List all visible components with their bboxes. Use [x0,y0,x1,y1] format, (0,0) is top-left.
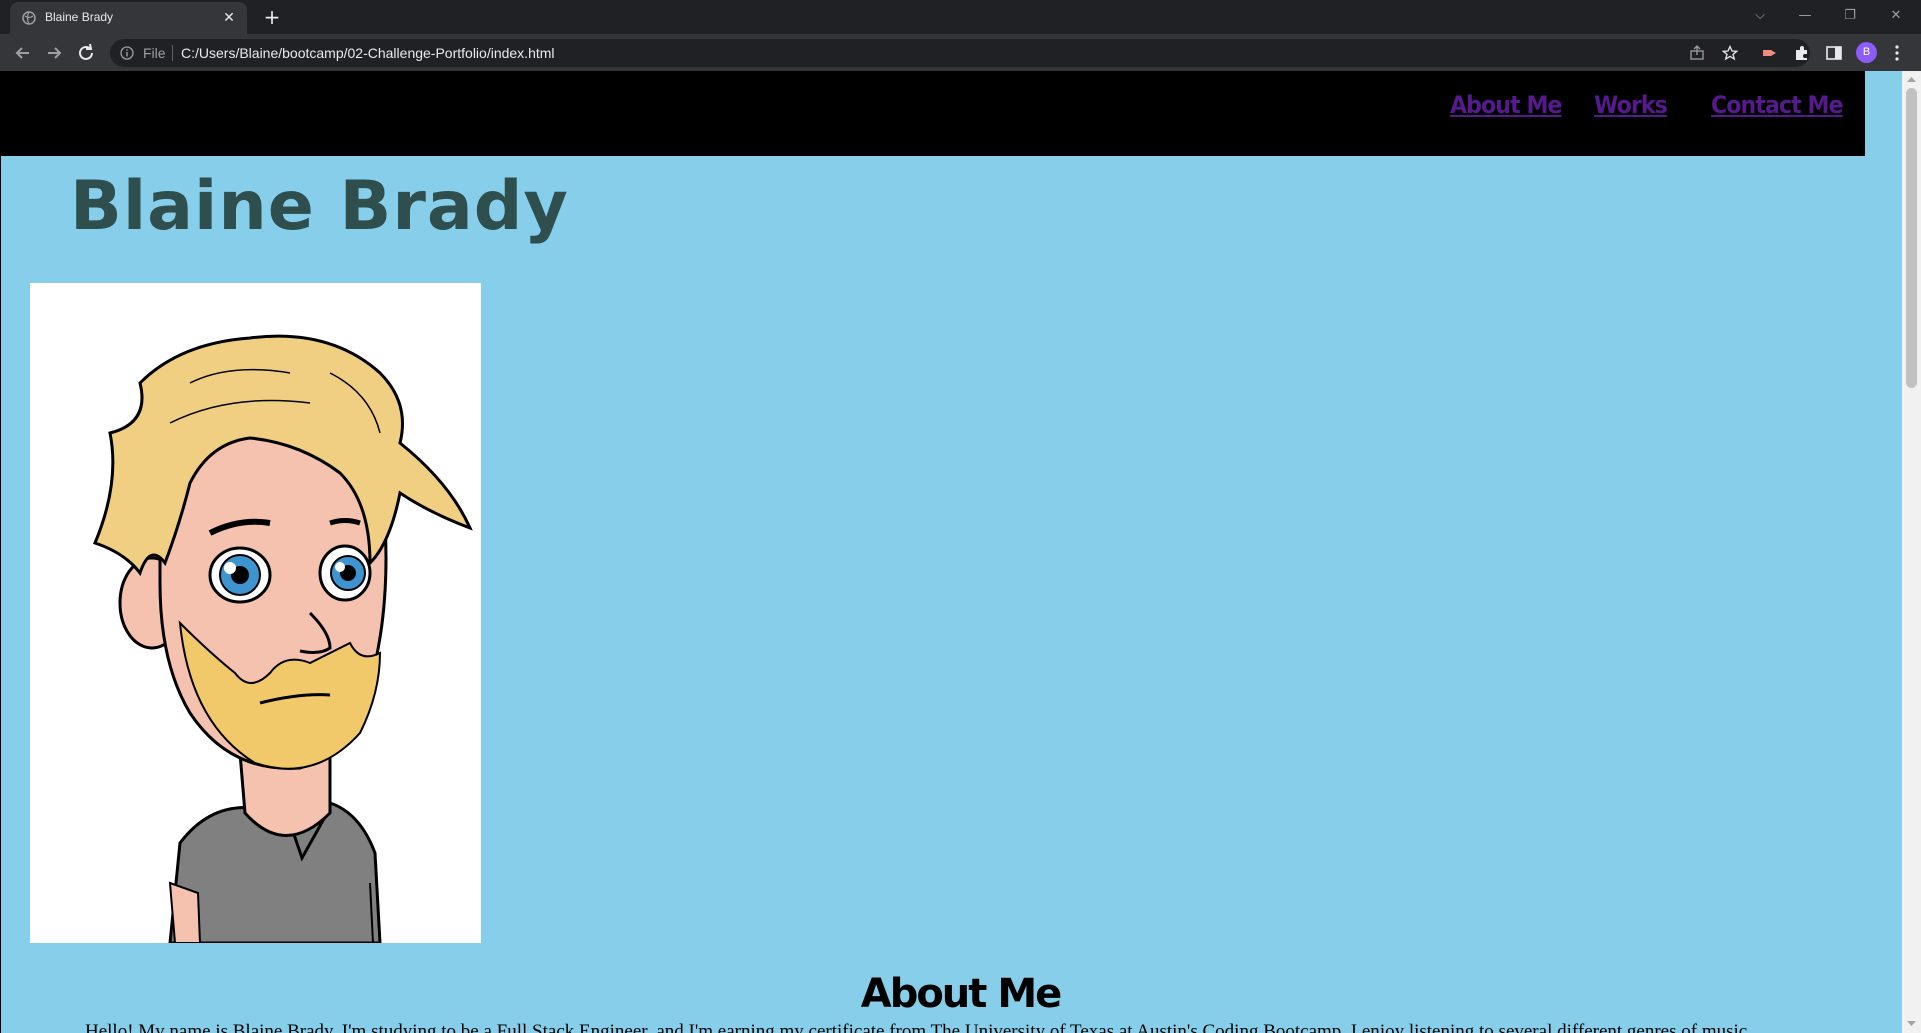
tab-search-icon[interactable]: ⌵ [1750,6,1770,26]
site-title: Blaine Brady [70,167,569,246]
profile-portrait-image [30,283,481,945]
more-menu-icon[interactable] [1893,44,1901,62]
profile-avatar[interactable]: B [1856,42,1877,63]
page-scrollbar[interactable] [1902,71,1921,1033]
bookmark-star-icon[interactable] [1722,45,1738,61]
extension-icon[interactable] [1761,44,1779,62]
forward-arrow-icon[interactable] [43,42,65,64]
restore-icon[interactable]: ❐ [1840,6,1860,26]
page-left-border [0,71,1,1033]
about-me-heading: About Me [860,971,1063,1017]
cartoon-portrait-illustration [92,334,473,945]
close-window-icon[interactable]: ✕ [1886,6,1906,26]
side-panel-icon[interactable] [1825,44,1843,62]
browser-toolbar: File C:/Users/Blaine/bootcamp/02-Challen… [0,34,1921,71]
scroll-up-arrow-icon[interactable] [1907,75,1916,84]
scroll-down-arrow-icon[interactable] [1907,1019,1916,1028]
page-viewport: About Me Works Contact Me Blaine Brady A… [0,71,1921,1033]
url-text[interactable]: C:/Users/Blaine/bootcamp/02-Challenge-Po… [181,45,555,61]
info-icon[interactable] [120,46,134,60]
share-icon[interactable] [1689,45,1705,61]
browser-tab-strip: Blaine Brady ✕ + ⌵ — ❐ ✕ [0,0,1921,34]
file-scheme-label: File [143,45,166,61]
browser-tab[interactable]: Blaine Brady ✕ [10,2,247,34]
back-arrow-icon[interactable] [12,42,34,64]
reload-icon[interactable] [75,42,97,64]
nav-contact-me-link[interactable]: Contact Me [1711,91,1844,119]
close-tab-icon[interactable]: ✕ [221,10,237,26]
tab-title: Blaine Brady [45,10,114,24]
puzzle-extensions-icon[interactable] [1793,44,1811,62]
address-bar[interactable]: File C:/Users/Blaine/bootcamp/02-Challen… [110,39,1810,67]
site-header: About Me Works Contact Me [0,71,1865,156]
minimize-icon[interactable]: — [1795,6,1815,26]
scrollbar-thumb[interactable] [1906,88,1917,388]
about-me-paragraph: Hello! My name is Blaine Brady. I'm stud… [85,1021,1748,1033]
omnibox-divider [172,45,173,61]
new-tab-button[interactable]: + [262,7,282,27]
nav-works-link[interactable]: Works [1594,91,1668,119]
nav-about-me-link[interactable]: About Me [1450,91,1563,119]
globe-icon [22,11,36,25]
